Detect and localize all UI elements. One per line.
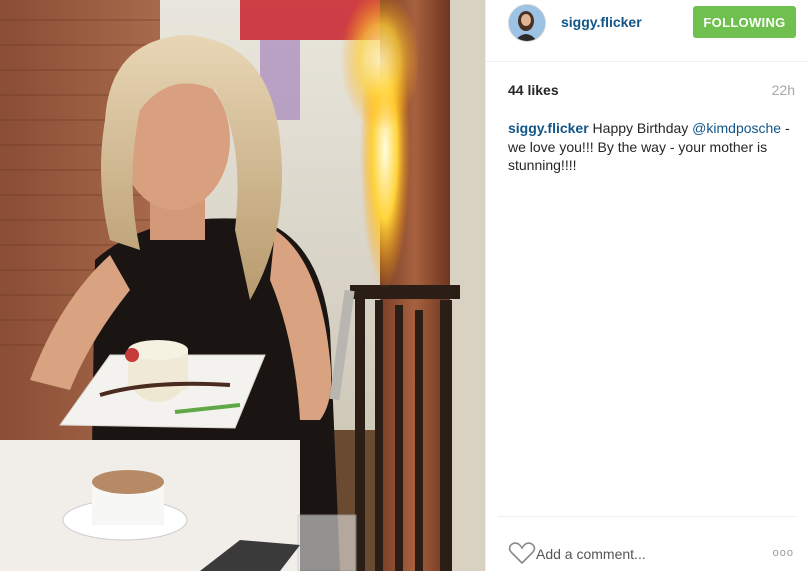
instagram-post: siggy.flicker FOLLOWING 44 likes 22h sig… [0,0,809,571]
ellipsis-icon[interactable]: ooo [773,547,794,559]
likes-count[interactable]: 44 likes [508,82,559,98]
post-header: siggy.flicker FOLLOWING [486,0,809,62]
post-photo[interactable] [0,0,485,571]
heart-outline-icon[interactable] [508,541,536,565]
comment-input[interactable] [534,543,738,565]
post-photo-image [0,0,485,571]
post-timestamp: 22h [771,82,795,98]
caption-mention[interactable]: @kimdposche [692,120,781,136]
post-sidebar: siggy.flicker FOLLOWING 44 likes 22h sig… [485,0,809,571]
following-button[interactable]: FOLLOWING [693,6,796,38]
caption-text-before: Happy Birthday [588,120,693,136]
caption-username[interactable]: siggy.flicker [508,120,589,136]
user-avatar[interactable] [508,4,546,42]
avatar-image [509,5,545,41]
post-caption: siggy.flicker Happy Birthday @kimdposche… [508,119,798,175]
post-username[interactable]: siggy.flicker [561,14,642,30]
comment-footer: ooo [498,516,796,571]
